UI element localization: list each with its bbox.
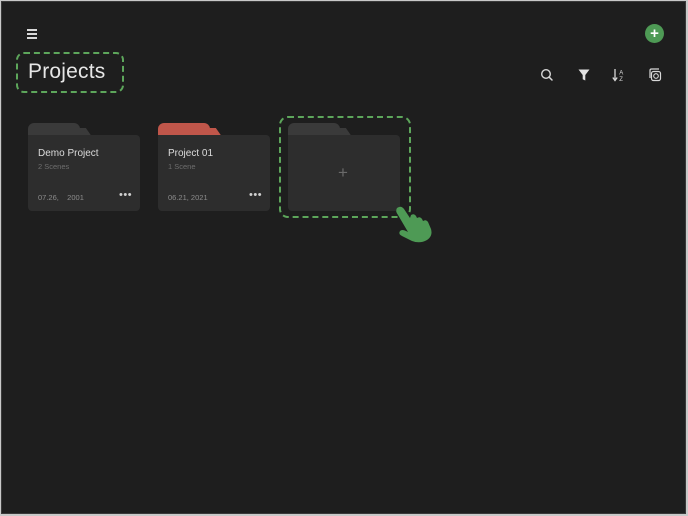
search-icon[interactable] (538, 66, 556, 84)
scene-count: 1 Scene (168, 162, 196, 171)
svg-text:A: A (619, 70, 623, 76)
scene-count: 2 Scenes (38, 162, 70, 171)
project-card[interactable]: Demo Project 2 Scenes 07.26, 2001 ••• (28, 123, 140, 211)
select-icon[interactable] (647, 66, 665, 84)
sort-az-icon[interactable]: A Z (610, 66, 628, 84)
svg-text:Z: Z (619, 77, 623, 83)
more-options-button[interactable]: ••• (119, 189, 132, 201)
project-card[interactable]: Project 01 1 Scene 06.21, 2021 ••• (158, 123, 270, 211)
page-title: Projects (28, 60, 106, 83)
more-options-button[interactable]: ••• (249, 189, 262, 201)
project-name: Project 01 (168, 148, 214, 159)
new-project-highlight (279, 116, 411, 218)
project-name: Demo Project (38, 148, 99, 159)
filter-icon[interactable] (575, 66, 593, 84)
project-date: 07.26, 2001 (38, 193, 84, 202)
tap-hand-icon (396, 206, 432, 243)
app-window: + Projects A Z Demo Project 2 Scenes 07.… (1, 1, 686, 514)
project-date: 06.21, 2021 (168, 193, 208, 202)
hamburger-menu-icon[interactable] (24, 26, 40, 42)
add-project-button[interactable]: + (645, 24, 664, 43)
